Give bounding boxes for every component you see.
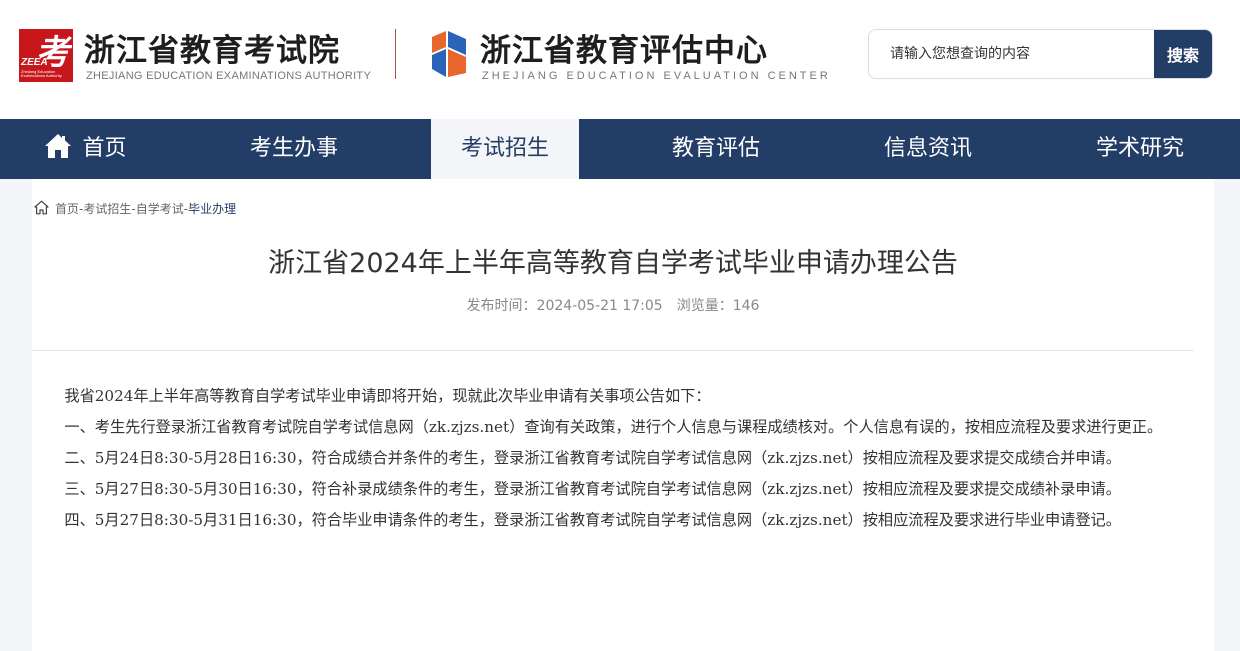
breadcrumb: 首页-考试招生-自学考试-毕业办理	[34, 200, 236, 218]
breadcrumb-graduation[interactable]: 毕业办理	[188, 202, 236, 216]
nav-item-candidate-services[interactable]: 考生办事	[209, 119, 379, 179]
article-title: 浙江省2024年上半年高等教育自学考试毕业申请办理公告	[268, 248, 958, 279]
zeea-logo[interactable]: 考 ZEEA Zhejiang Education Examinations A…	[19, 29, 73, 82]
zeea-logo-abbr: ZEEA	[21, 57, 48, 68]
article-paragraph: 我省2024年上半年高等教育自学考试毕业申请即将开始，现就此次毕业申请有关事项公…	[64, 387, 711, 405]
article-paragraph: 二、5月24日8:30-5月28日16:30，符合成绩合并条件的考生，登录浙江省…	[64, 449, 1121, 467]
evaluation-center-english-name: ZHEJIANG EDUCATION EVALUATION CENTER	[482, 70, 831, 82]
zeea-logo-subtext: Zhejiang Education Examinations Authorit…	[21, 69, 62, 78]
article-paragraph: 一、考生先行登录浙江省教育考试院自学考试信息网（zk.zjzs.net）查询有关…	[64, 418, 1163, 436]
search-input[interactable]	[869, 30, 1156, 78]
article-paragraph: 三、5月27日8:30-5月30日16:30，符合补录成绩条件的考生，登录浙江省…	[64, 480, 1121, 498]
nav-item-education-evaluation[interactable]: 教育评估	[631, 119, 801, 179]
evaluation-center-logo-icon[interactable]	[428, 29, 470, 79]
view-count: 浏览量：146	[676, 298, 760, 314]
evaluation-center-title[interactable]: 浙江省教育评估中心	[480, 25, 768, 70]
nav-item-exams-admissions[interactable]: 考试招生	[431, 119, 579, 179]
article-meta: 发布时间：2024-05-21 17:05 浏览量：146	[32, 295, 1194, 315]
publish-time: 发布时间：2024-05-21 17:05	[466, 298, 663, 314]
site-header: 考 ZEEA Zhejiang Education Examinations A…	[0, 0, 1240, 119]
zeea-site-english-name: ZHEJIANG EDUCATION EXAMINATIONS AUTHORIT…	[86, 70, 372, 82]
article-container: 首页-考试招生-自学考试-毕业办理 浙江省2024年上半年高等教育自学考试毕业申…	[32, 179, 1214, 651]
zeea-site-title[interactable]: 浙江省教育考试院	[84, 25, 340, 70]
home-icon	[45, 134, 72, 158]
breadcrumb-home[interactable]: 首页	[55, 202, 79, 216]
breadcrumb-exams-admissions[interactable]: 考试招生	[83, 202, 131, 216]
search-box: 搜索	[868, 29, 1213, 79]
nav-item-home-label: 首页	[82, 136, 127, 161]
header-divider	[395, 29, 396, 79]
breadcrumb-self-study-exam[interactable]: 自学考试	[136, 202, 184, 216]
nav-item-news[interactable]: 信息资讯	[843, 119, 1013, 179]
breadcrumb-home-icon	[34, 200, 49, 215]
search-button[interactable]: 搜索	[1154, 30, 1212, 78]
title-divider	[32, 350, 1194, 351]
article-body: 我省2024年上半年高等教育自学考试毕业申请即将开始，现就此次毕业申请有关事项公…	[34, 381, 1194, 536]
nav-item-academic-research[interactable]: 学术研究	[1055, 119, 1225, 179]
nav-item-home[interactable]: 首页	[0, 119, 171, 179]
article-paragraph: 四、5月27日8:30-5月31日16:30，符合毕业申请条件的考生，登录浙江省…	[64, 511, 1121, 529]
main-nav: 首页 考生办事 考试招生 教育评估 信息资讯 学术研究	[0, 119, 1240, 179]
